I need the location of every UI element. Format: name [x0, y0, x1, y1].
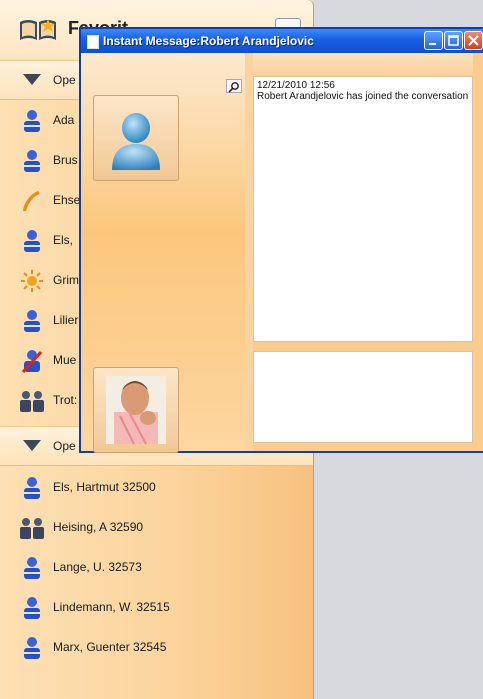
person-blue-icon [24, 557, 40, 579]
window-titlebar[interactable]: Instant Message:Robert Arandjelovic [81, 29, 483, 53]
contact-name: Brus [53, 153, 78, 167]
person-blue-icon [24, 597, 40, 619]
person-blue-icon [24, 637, 40, 659]
group-label: Ope [53, 73, 76, 87]
person-blue-icon [24, 150, 40, 172]
contact-item[interactable]: Heising, A 32590 [0, 507, 313, 547]
person-blue-icon [24, 310, 40, 332]
pane-splitter[interactable] [245, 53, 253, 451]
person-blue-icon [24, 230, 40, 252]
collapse-arrow-icon [23, 74, 41, 85]
instant-message-window: Instant Message:Robert Arandjelovic 12/2… [79, 27, 483, 453]
contact-item[interactable]: Marx, Guenter 32545 [0, 627, 313, 667]
magnifier-icon [228, 82, 239, 93]
window-title: Instant Message:Robert Arandjelovic [103, 34, 314, 48]
window-edge [473, 53, 483, 451]
document-icon [87, 35, 99, 49]
maximize-button[interactable] [444, 31, 463, 50]
contact-avatar [93, 95, 179, 181]
zoom-button[interactable] [226, 79, 242, 93]
transcript-toolbar [253, 53, 473, 76]
sun-away-icon [21, 270, 43, 292]
group-icon [20, 391, 44, 412]
contact-name: Lindemann, W. 32515 [53, 600, 170, 614]
contact-name: Mue [53, 353, 77, 367]
contact-name: Lilier [53, 313, 79, 327]
contact-name: Ada [53, 113, 75, 127]
close-button[interactable] [464, 31, 483, 50]
message-compose-input[interactable] [253, 351, 473, 443]
self-avatar [93, 367, 179, 453]
group-icon [20, 518, 44, 539]
contact-name: Lange, U. 32573 [53, 560, 142, 574]
group-label: Ope [53, 439, 76, 453]
minimize-icon [429, 43, 436, 45]
person-busy-icon [21, 350, 43, 373]
message-timestamp: 12/21/2010 12:56 [257, 80, 335, 91]
contact-name: Grim [53, 273, 79, 287]
minimize-button[interactable] [424, 31, 443, 50]
person-blue-icon [24, 477, 40, 499]
default-user-avatar-icon [112, 113, 160, 170]
contact-name: Marx, Guenter 32545 [53, 640, 167, 654]
contact-name: Trot: [53, 393, 78, 407]
contact-name: Els, [53, 233, 74, 247]
self-photo-image [106, 376, 166, 445]
avatar-sidebar [81, 53, 245, 453]
contact-item[interactable]: Lindemann, W. 32515 [0, 587, 313, 627]
contact-name: Ehse [53, 193, 81, 207]
contact-name: Heising, A 32590 [53, 520, 144, 534]
person-blue-icon [24, 110, 40, 132]
conversation-transcript: 12/21/2010 12:56 Robert Arandjelovic has… [253, 76, 473, 342]
phone-handset-icon [23, 191, 40, 211]
contact-item[interactable]: Lange, U. 32573 [0, 547, 313, 587]
system-message: Robert Arandjelovic has joined the conve… [257, 91, 469, 102]
close-icon [468, 35, 479, 46]
collapse-arrow-icon [23, 440, 41, 451]
address-book-icon [20, 19, 56, 40]
contact-item[interactable]: Els, Hartmut 32500 [0, 467, 313, 507]
contact-name: Els, Hartmut 32500 [53, 480, 156, 494]
maximize-icon [448, 35, 459, 46]
